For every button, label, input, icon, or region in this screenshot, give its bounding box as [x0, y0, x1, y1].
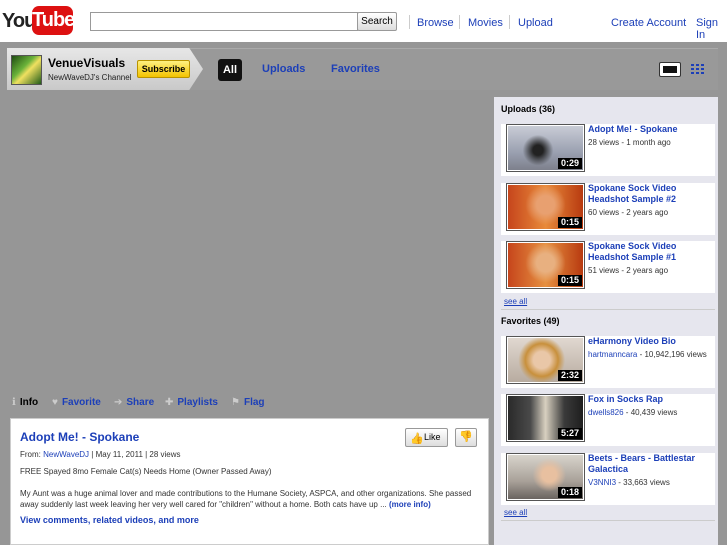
- create-account-link[interactable]: Create Account: [611, 17, 686, 29]
- author-link[interactable]: hartmanncara: [588, 350, 637, 359]
- more-info-link[interactable]: (more info): [389, 500, 431, 509]
- plus-icon: ✚: [165, 397, 174, 408]
- grid-view-icon[interactable]: [691, 64, 706, 75]
- favorites-title: Favorites (49): [501, 316, 560, 326]
- tab-all[interactable]: All: [218, 59, 242, 81]
- channel-name[interactable]: VenueVisuals: [48, 56, 125, 70]
- video-thumbnail[interactable]: 0:29: [506, 124, 585, 172]
- author-link[interactable]: dwells826: [588, 408, 624, 417]
- subscribe-button[interactable]: Subscribe: [137, 60, 190, 78]
- tab-info[interactable]: ℹ Info: [12, 397, 38, 408]
- description-summary: FREE Spayed 8mo Female Cat(s) Needs Home…: [20, 467, 272, 476]
- description-text: My Aunt was a huge animal lover and made…: [20, 488, 482, 510]
- list-item[interactable]: 0:15 Spokane Sock Video Headshot Sample …: [501, 183, 715, 235]
- flag-icon: ⚑: [231, 397, 240, 408]
- logo-tube-text: Tube: [32, 6, 75, 35]
- video-thumbnail[interactable]: 5:27: [506, 394, 585, 442]
- nav-upload[interactable]: Upload: [518, 17, 553, 29]
- duration-badge: 0:15: [557, 275, 582, 286]
- video-title[interactable]: Adopt Me! - Spokane: [20, 430, 139, 444]
- video-meta: 28 views - 1 month ago: [588, 138, 671, 147]
- video-link[interactable]: Beets - Bears - Battlestar Galactica: [588, 453, 712, 475]
- tab-favorite-label: Favorite: [61, 397, 101, 408]
- video-meta: 60 views - 2 years ago: [588, 208, 669, 217]
- like-label: Like: [424, 432, 441, 442]
- tab-share[interactable]: ➔ Share: [114, 397, 154, 408]
- tab-playlists[interactable]: ✚ Playlists: [165, 397, 218, 408]
- author-link[interactable]: V3NNI3: [588, 478, 616, 487]
- video-thumbnail[interactable]: 2:32: [506, 336, 585, 384]
- like-button[interactable]: 👍 Like: [405, 428, 448, 447]
- list-item[interactable]: 0:29 Adopt Me! - Spokane 28 views - 1 mo…: [501, 124, 715, 176]
- tab-favorites[interactable]: Favorites: [331, 63, 380, 75]
- nav-browse[interactable]: Browse: [417, 17, 454, 29]
- duration-badge: 0:29: [557, 158, 582, 169]
- player-view-icon[interactable]: [659, 62, 681, 77]
- list-item[interactable]: 0:18 Beets - Bears - Battlestar Galactic…: [501, 453, 715, 505]
- video-meta: From: NewWaveDJ | May 11, 2011 | 28 view…: [20, 450, 181, 459]
- nav-divider: [459, 15, 460, 29]
- favorites-see-all-link[interactable]: see all: [504, 508, 527, 517]
- list-item[interactable]: 5:27 Fox in Socks Rap dwells826 - 40,439…: [501, 394, 715, 446]
- logo-you-text: You: [2, 10, 36, 32]
- search-button[interactable]: Search: [357, 12, 397, 31]
- tab-info-label: Info: [19, 397, 39, 408]
- tab-flag-label: Flag: [243, 397, 265, 408]
- thumbs-up-icon: 👍: [410, 433, 424, 445]
- list-item[interactable]: 2:32 eHarmony Video Bio hartmanncara - 1…: [501, 336, 715, 388]
- video-meta: V3NNI3 - 33,663 views: [588, 478, 670, 487]
- heart-icon: ♥: [52, 397, 58, 408]
- youtube-logo[interactable]: You Tube: [0, 4, 75, 37]
- tab-playlists-label: Playlists: [177, 397, 218, 408]
- channel-subtitle: NewWaveDJ's Channel: [48, 73, 132, 82]
- video-player[interactable]: [7, 91, 487, 390]
- tab-favorite[interactable]: ♥ Favorite: [52, 397, 101, 408]
- video-link[interactable]: eHarmony Video Bio: [588, 336, 712, 347]
- thumbs-down-icon: 👎: [459, 431, 473, 443]
- sign-in-link[interactable]: Sign In: [696, 17, 727, 41]
- duration-badge: 2:32: [557, 370, 582, 381]
- search-input[interactable]: [90, 12, 358, 31]
- share-arrow-icon: ➔: [114, 397, 123, 408]
- video-thumbnail[interactable]: 0:18: [506, 453, 585, 501]
- view-comments-link[interactable]: View comments, related videos, and more: [20, 515, 199, 525]
- list-item[interactable]: 0:15 Spokane Sock Video Headshot Sample …: [501, 241, 715, 293]
- tab-flag[interactable]: ⚑ Flag: [231, 397, 265, 408]
- nav-divider: [509, 15, 510, 29]
- video-meta: 51 views - 2 years ago: [588, 266, 669, 275]
- uploads-title: Uploads (36): [501, 104, 556, 114]
- from-label: From:: [20, 450, 41, 459]
- divider: [501, 520, 715, 521]
- tab-uploads[interactable]: Uploads: [262, 63, 305, 75]
- author-link[interactable]: NewWaveDJ: [43, 450, 89, 459]
- video-meta: hartmanncara - 10,942,196 views: [588, 350, 707, 359]
- duration-badge: 5:27: [557, 428, 582, 439]
- video-link[interactable]: Fox in Socks Rap: [588, 394, 712, 405]
- date-views: | May 11, 2011 | 28 views: [91, 450, 181, 459]
- dislike-button[interactable]: 👎: [455, 428, 477, 447]
- nav-divider: [409, 15, 410, 29]
- uploads-see-all-link[interactable]: see all: [504, 297, 527, 306]
- duration-badge: 0:18: [557, 487, 582, 498]
- channel-avatar[interactable]: [11, 55, 42, 85]
- nav-movies[interactable]: Movies: [468, 17, 503, 29]
- video-thumbnail[interactable]: 0:15: [506, 183, 585, 231]
- tab-share-label: Share: [126, 397, 155, 408]
- masthead: You Tube Search Browse Movies Upload Cre…: [0, 0, 727, 42]
- video-link[interactable]: Adopt Me! - Spokane: [588, 124, 712, 135]
- video-meta: dwells826 - 40,439 views: [588, 408, 678, 417]
- divider: [501, 309, 715, 310]
- video-link[interactable]: Spokane Sock Video Headshot Sample #1: [588, 241, 712, 263]
- duration-badge: 0:15: [557, 217, 582, 228]
- video-thumbnail[interactable]: 0:15: [506, 241, 585, 289]
- video-link[interactable]: Spokane Sock Video Headshot Sample #2: [588, 183, 712, 205]
- info-icon: ℹ: [12, 397, 16, 408]
